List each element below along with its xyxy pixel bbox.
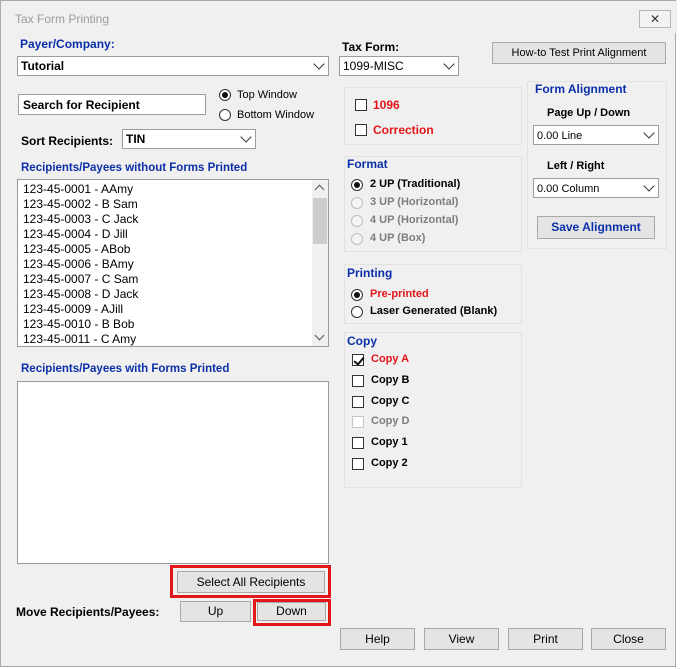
tax-form-value: 1099-MISC	[343, 59, 404, 73]
close-icon[interactable]: ✕	[650, 12, 660, 26]
search-recipient-label: Search for Recipient	[23, 98, 140, 112]
copy-option-label: Copy A	[371, 353, 410, 365]
without-forms-list[interactable]: 123-45-0001 - AAmy 123-45-0002 - B Sam 123…	[17, 179, 329, 347]
format-option-label: 3 UP (Horizontal)	[370, 196, 459, 208]
1096-checkbox[interactable]	[355, 99, 367, 111]
format-radio-0[interactable]	[351, 179, 363, 191]
bottom-window-label: Bottom Window	[237, 109, 315, 121]
chevron-down-icon	[313, 58, 325, 70]
without-forms-items: 123-45-0001 - AAmy 123-45-0002 - B Sam 123…	[18, 180, 312, 346]
copy-option-label: Copy 2	[371, 457, 408, 469]
copy-checkbox-0[interactable]	[352, 354, 365, 366]
list-item[interactable]: 123-45-0009 - AJill	[23, 302, 123, 316]
alignment-title: Form Alignment	[535, 82, 627, 96]
page-up-down-label: Page Up / Down	[547, 107, 631, 119]
list-item[interactable]: 123-45-0010 - B Bob	[23, 317, 134, 331]
correction-label: Correction	[373, 123, 434, 137]
list-item[interactable]: 123-45-0006 - BAmy	[23, 257, 134, 271]
chevron-down-icon	[443, 58, 455, 70]
list-item[interactable]: 123-45-0005 - ABob	[23, 242, 130, 256]
with-forms-label: Recipients/Payees with Forms Printed	[21, 363, 230, 375]
page-up-down-value: 0.00 Line	[537, 130, 583, 142]
list-item[interactable]: 123-45-0011 - C Amy	[23, 332, 136, 346]
list-item[interactable]: 123-45-0008 - D Jack	[23, 287, 138, 301]
scrollbar-thumb[interactable]	[313, 198, 327, 244]
list-item[interactable]: 123-45-0003 - C Jack	[23, 212, 138, 226]
search-recipient-field[interactable]: Search for Recipient	[18, 94, 206, 115]
format-title: Format	[347, 157, 388, 171]
tax-form-printing-window: Tax Form Printing ✕ Payer/Company: Tutor…	[0, 0, 677, 667]
with-forms-list[interactable]	[17, 381, 329, 564]
laser-generated-radio[interactable]	[351, 306, 363, 318]
page-up-down-select[interactable]: 0.00 Line	[533, 125, 659, 145]
checkmark-icon	[353, 354, 365, 366]
payer-select[interactable]: Tutorial	[17, 56, 329, 76]
copy-checkbox-2[interactable]	[352, 395, 364, 408]
format-option-label: 2 UP (Traditional)	[370, 178, 461, 190]
move-recipients-label: Move Recipients/Payees:	[16, 605, 160, 619]
top-window-label: Top Window	[237, 89, 297, 101]
tax-form-select[interactable]: 1099-MISC	[339, 56, 459, 76]
copy-checkbox-3[interactable]	[352, 416, 364, 429]
window-title: Tax Form Printing	[15, 12, 110, 26]
list-scrollbar[interactable]	[312, 180, 328, 346]
copy-checkbox-5[interactable]	[352, 458, 364, 470]
save-alignment-button[interactable]: Save Alignment	[537, 216, 655, 239]
copy-option-label: Copy B	[371, 373, 410, 386]
tax-form-label: Tax Form:	[342, 40, 400, 54]
print-button[interactable]: Print	[508, 628, 583, 650]
format-radio-2[interactable]	[351, 215, 363, 227]
sort-value: TIN	[126, 132, 146, 146]
scroll-down-icon[interactable]	[314, 330, 325, 341]
move-down-button[interactable]: Down	[257, 602, 326, 621]
how-to-test-print-button[interactable]: How-to Test Print Alignment	[492, 42, 666, 64]
close-window-button[interactable]: ✕	[639, 10, 671, 28]
list-item[interactable]: 123-45-0004 - D Jill	[23, 227, 128, 241]
laser-generated-label: Laser Generated (Blank)	[370, 305, 498, 317]
sort-recipients-select[interactable]: TIN	[122, 129, 256, 149]
bottom-window-radio[interactable]	[219, 109, 231, 121]
list-item[interactable]: 123-45-0007 - C Sam	[23, 272, 138, 286]
without-forms-label: Recipients/Payees without Forms Printed	[21, 162, 248, 174]
list-item[interactable]: 123-45-0001 - AAmy	[23, 182, 133, 196]
copy-checkbox-4[interactable]	[352, 437, 364, 450]
format-option-label: 4 UP (Horizontal)	[370, 214, 459, 226]
scroll-up-icon[interactable]	[314, 184, 325, 195]
pre-printed-radio[interactable]	[351, 289, 363, 301]
title-bar: Tax Form Printing ✕	[1, 1, 677, 33]
copy-option-label: Copy D	[371, 415, 410, 428]
pre-printed-label: Pre-printed	[370, 288, 429, 300]
list-item[interactable]: 123-45-0002 - B Sam	[23, 197, 138, 211]
left-right-value: 0.00 Column	[537, 183, 600, 195]
close-button[interactable]: Close	[591, 628, 666, 650]
payer-label: Payer/Company:	[20, 37, 115, 51]
format-radio-3[interactable]	[351, 233, 363, 245]
move-up-button[interactable]: Up	[180, 601, 251, 622]
chevron-down-icon	[643, 180, 655, 192]
copy-option-label: Copy C	[371, 394, 410, 407]
chevron-down-icon	[643, 127, 655, 139]
view-button[interactable]: View	[424, 628, 499, 650]
help-button[interactable]: Help	[340, 628, 415, 650]
format-radio-1[interactable]	[351, 197, 363, 209]
correction-checkbox[interactable]	[355, 124, 367, 136]
top-window-radio[interactable]	[219, 89, 231, 101]
sort-recipients-label: Sort Recipients:	[21, 134, 114, 148]
left-right-label: Left / Right	[547, 160, 605, 172]
1096-label: 1096	[373, 98, 400, 112]
copy-checkbox-1[interactable]	[352, 374, 364, 387]
payer-value: Tutorial	[21, 59, 65, 73]
copy-option-label: Copy 1	[371, 436, 408, 449]
select-all-recipients-button[interactable]: Select All Recipients	[177, 571, 325, 593]
chevron-down-icon	[240, 131, 252, 143]
copy-title: Copy	[347, 334, 377, 348]
format-option-label: 4 UP (Box)	[370, 232, 426, 244]
left-right-select[interactable]: 0.00 Column	[533, 178, 659, 198]
printing-title: Printing	[347, 266, 393, 280]
